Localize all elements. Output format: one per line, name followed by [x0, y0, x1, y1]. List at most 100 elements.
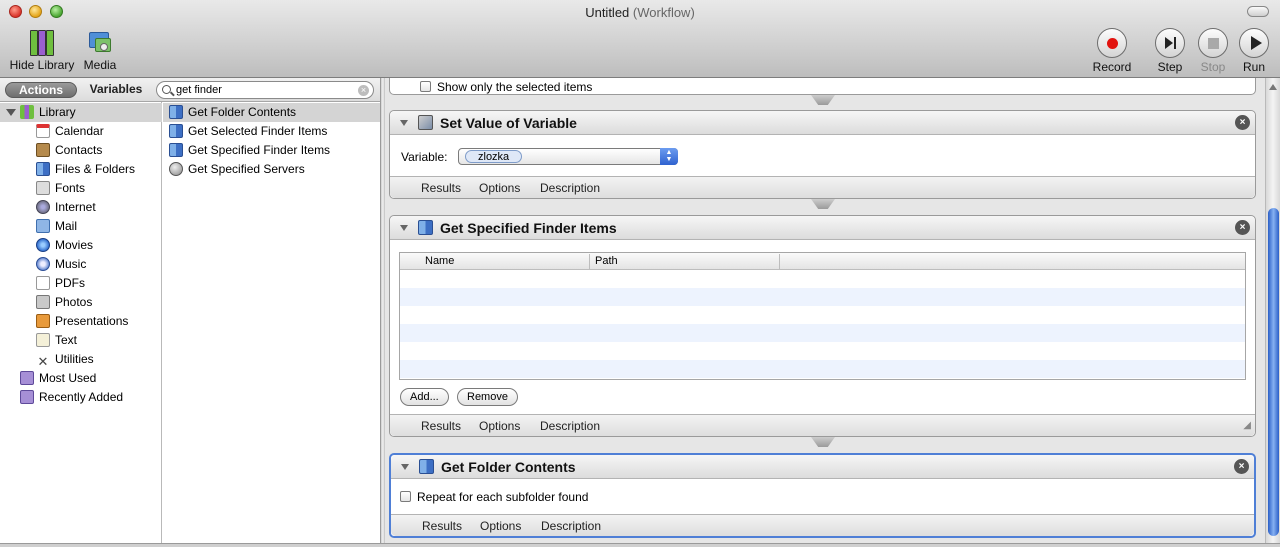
finder-items-table[interactable]: Name Path	[399, 252, 1246, 380]
action-results-list: Get Folder Contents Get Selected Finder …	[163, 102, 380, 547]
options-button[interactable]: Options	[479, 419, 520, 433]
sidebar-item-mail[interactable]: Mail	[36, 217, 77, 236]
show-selected-checkbox[interactable]	[420, 81, 431, 92]
tab-actions[interactable]: Actions	[5, 82, 77, 98]
finder-icon	[169, 143, 183, 157]
utilities-icon: ✕	[37, 354, 49, 369]
options-button[interactable]: Options	[479, 181, 520, 195]
sidebar-item-calendar[interactable]: Calendar	[36, 122, 104, 141]
toolbar-toggle-button[interactable]	[1247, 6, 1269, 17]
text-icon	[36, 333, 50, 347]
action-connector	[811, 95, 835, 105]
action-set-value-of-variable: Set Value of Variable × Variable: zlozka…	[389, 110, 1256, 199]
workflow-scrollbar[interactable]	[1265, 78, 1280, 547]
results-button[interactable]: Results	[421, 419, 461, 433]
media-button[interactable]: Media	[80, 28, 120, 72]
remove-action-icon[interactable]: ×	[1235, 115, 1250, 130]
run-icon	[1239, 28, 1269, 58]
record-button[interactable]: Record	[1091, 28, 1133, 74]
list-item[interactable]: Get Specified Finder Items	[163, 141, 380, 160]
table-row	[400, 288, 1245, 306]
popup-arrows-icon: ▲ ▼	[660, 148, 678, 165]
variable-icon	[418, 115, 433, 130]
list-item[interactable]: Get Selected Finder Items	[163, 122, 380, 141]
window-toolbar: Untitled (Workflow) Hide Library Media R…	[0, 0, 1280, 78]
hide-library-button[interactable]: Hide Library	[8, 28, 76, 72]
step-icon	[1155, 28, 1185, 58]
remove-item-button[interactable]: Remove	[457, 388, 518, 406]
pdf-icon	[36, 276, 50, 290]
column-header-name[interactable]: Name	[420, 254, 590, 269]
clear-search-icon[interactable]: ×	[358, 85, 369, 96]
table-row	[400, 306, 1245, 324]
tab-variables[interactable]: Variables	[82, 82, 150, 98]
table-row	[400, 270, 1245, 288]
collapse-triangle-icon[interactable]	[400, 120, 408, 126]
options-button[interactable]: Options	[480, 519, 521, 533]
remove-action-icon[interactable]: ×	[1234, 459, 1249, 474]
sidebar-item-internet[interactable]: Internet	[36, 198, 96, 217]
results-button[interactable]: Results	[421, 181, 461, 195]
action-connector	[811, 437, 835, 447]
workflow-area: Show only the selected items Set Value o…	[385, 78, 1265, 547]
sidebar-item-fonts[interactable]: Fonts	[36, 179, 85, 198]
scrollbar-thumb[interactable]	[1268, 208, 1279, 536]
library-tree: Library Calendar Contacts Files & Folder…	[0, 102, 162, 547]
disclosure-triangle-icon[interactable]	[6, 109, 16, 116]
sidebar-item-music[interactable]: Music	[36, 255, 86, 274]
action-title: Get Specified Finder Items	[440, 220, 617, 236]
variable-popup[interactable]: zlozka ▲ ▼	[458, 148, 678, 165]
action-connector	[811, 199, 835, 209]
contacts-icon	[36, 143, 50, 157]
results-button[interactable]: Results	[422, 519, 462, 533]
repeat-subfolder-checkbox[interactable]	[400, 491, 411, 502]
collapse-triangle-icon[interactable]	[401, 464, 409, 470]
finder-icon	[169, 124, 183, 138]
library-panel: Actions Variables get finder × Library C…	[0, 78, 380, 547]
sidebar-item-recently-added[interactable]: Recently Added	[20, 388, 123, 407]
list-item[interactable]: Get Folder Contents	[163, 103, 380, 122]
sidebar-item-contacts[interactable]: Contacts	[36, 141, 102, 160]
action-title: Get Folder Contents	[441, 459, 576, 475]
search-input[interactable]: get finder	[176, 84, 222, 96]
server-icon	[169, 162, 183, 176]
action-footer: Results Options Description	[390, 176, 1255, 198]
description-button[interactable]: Description	[541, 519, 601, 533]
sidebar-item-text[interactable]: Text	[36, 331, 77, 350]
record-icon	[1097, 28, 1127, 58]
resize-handle-icon[interactable]: ◢	[1243, 420, 1251, 431]
media-icon	[86, 28, 114, 56]
sidebar-item-most-used[interactable]: Most Used	[20, 369, 96, 388]
sidebar-item-movies[interactable]: Movies	[36, 236, 93, 255]
remove-action-icon[interactable]: ×	[1235, 220, 1250, 235]
run-button[interactable]: Run	[1237, 28, 1271, 74]
finder-icon	[418, 220, 433, 235]
description-button[interactable]: Description	[540, 419, 600, 433]
sidebar-item-utilities[interactable]: ✕ Utilities	[36, 350, 94, 369]
stop-icon	[1198, 28, 1228, 58]
sidebar-item-photos[interactable]: Photos	[36, 293, 92, 312]
action-header: Get Folder Contents ×	[391, 455, 1254, 479]
sidebar-item-files-folders[interactable]: Files & Folders	[36, 160, 135, 179]
photos-icon	[36, 295, 50, 309]
finder-icon	[169, 105, 183, 119]
itunes-icon	[36, 257, 50, 271]
scroll-up-icon[interactable]	[1269, 84, 1277, 90]
collapse-triangle-icon[interactable]	[400, 225, 408, 231]
table-row	[400, 324, 1245, 342]
list-item[interactable]: Get Specified Servers	[163, 160, 380, 179]
stop-button[interactable]: Stop	[1195, 28, 1231, 74]
library-tabs: Actions Variables get finder ×	[0, 78, 380, 102]
step-button[interactable]: Step	[1152, 28, 1188, 74]
description-button[interactable]: Description	[540, 181, 600, 195]
action-get-folder-contents: Get Folder Contents × Repeat for each su…	[389, 453, 1256, 538]
add-item-button[interactable]: Add...	[400, 388, 449, 406]
sidebar-item-pdfs[interactable]: PDFs	[36, 274, 85, 293]
fonts-icon	[36, 181, 50, 195]
sidebar-item-presentations[interactable]: Presentations	[36, 312, 128, 331]
smart-folder-icon	[20, 371, 34, 385]
column-header-path[interactable]: Path	[590, 254, 780, 269]
search-field[interactable]: get finder ×	[156, 81, 374, 99]
smart-folder-icon	[20, 390, 34, 404]
library-root[interactable]: Library	[0, 103, 162, 122]
